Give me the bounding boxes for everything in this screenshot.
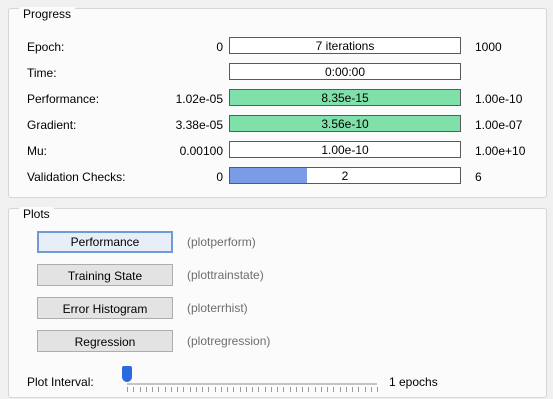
error-histogram-plot-button[interactable]: Error Histogram <box>37 297 173 319</box>
slider-tick <box>196 387 197 392</box>
epoch-progress-bar: 7 iterations <box>229 37 461 54</box>
plot-interval-slider-thumb[interactable] <box>122 366 132 382</box>
gradient-value: 3.56e-10 <box>321 117 369 131</box>
slider-tick <box>202 387 203 392</box>
plot-interval-slider-track[interactable] <box>127 383 377 385</box>
plot-interval-ticks <box>127 387 378 393</box>
slider-tick <box>127 387 128 392</box>
performance-plot-button[interactable]: Performance <box>37 231 173 253</box>
slider-tick <box>171 387 172 392</box>
performance-value: 8.35e-15 <box>321 91 369 105</box>
slider-tick <box>227 387 228 392</box>
plots-panel: Plots Performance (plotperform) Training… <box>8 207 547 398</box>
slider-tick <box>302 387 303 392</box>
validation-checks-initial: 0 <box>216 170 223 184</box>
slider-tick <box>308 387 309 392</box>
plot-interval-label: Plot Interval: <box>27 375 94 389</box>
slider-tick <box>327 387 328 392</box>
slider-tick <box>321 387 322 392</box>
progress-row-time: Time: 0:00:00 <box>9 63 546 83</box>
plot-interval-value: 1 epochs <box>389 375 438 389</box>
progress-panel: Progress Epoch: 0 7 iterations 1000 Time… <box>8 7 547 198</box>
slider-tick <box>296 387 297 392</box>
epoch-initial: 0 <box>216 40 223 54</box>
training-state-plot-button[interactable]: Training State <box>37 264 173 286</box>
slider-tick <box>346 387 347 392</box>
progress-row-epoch: Epoch: 0 7 iterations 1000 <box>9 37 546 57</box>
slider-tick <box>158 387 159 392</box>
slider-tick <box>133 387 134 392</box>
performance-progress-bar: 8.35e-15 <box>229 89 461 106</box>
slider-tick <box>290 387 291 392</box>
time-value: 0:00:00 <box>324 65 366 79</box>
slider-tick <box>240 387 241 392</box>
slider-tick <box>252 387 253 392</box>
validation-checks-label: Validation Checks: <box>27 170 126 184</box>
slider-tick <box>333 387 334 392</box>
slider-tick <box>265 387 266 392</box>
slider-tick <box>146 387 147 392</box>
training-state-plot-function: (plottrainstate) <box>187 268 264 282</box>
progress-row-gradient: Gradient: 3.38e-05 3.56e-10 1.00e-07 <box>9 115 546 135</box>
slider-tick <box>177 387 178 392</box>
regression-plot-button[interactable]: Regression <box>37 330 173 352</box>
time-progress-bar: 0:00:00 <box>229 63 461 80</box>
regression-plot-function: (plotregression) <box>187 334 271 348</box>
error-histogram-plot-function: (ploterrhist) <box>187 301 248 315</box>
gradient-initial: 3.38e-05 <box>175 118 223 132</box>
gradient-label: Gradient: <box>27 118 77 132</box>
slider-tick <box>258 387 259 392</box>
slider-tick <box>352 387 353 392</box>
slider-tick <box>340 387 341 392</box>
gradient-target: 1.00e-07 <box>475 118 523 132</box>
slider-tick <box>208 387 209 392</box>
validation-checks-target: 6 <box>475 170 482 184</box>
gradient-progress-bar: 3.56e-10 <box>229 115 461 132</box>
slider-tick <box>140 387 141 392</box>
slider-tick <box>371 387 372 392</box>
epoch-value: 7 iterations <box>315 39 375 53</box>
slider-tick <box>233 387 234 392</box>
performance-initial: 1.02e-05 <box>175 92 223 106</box>
slider-tick <box>271 387 272 392</box>
epoch-label: Epoch: <box>27 40 65 54</box>
slider-tick <box>283 387 284 392</box>
mu-target: 1.00e+10 <box>475 144 526 158</box>
slider-tick <box>365 387 366 392</box>
slider-tick <box>183 387 184 392</box>
performance-label: Performance: <box>27 92 100 106</box>
plots-panel-title: Plots <box>19 207 54 221</box>
slider-tick <box>190 387 191 392</box>
slider-tick <box>377 387 378 392</box>
slider-tick <box>152 387 153 392</box>
validation-checks-value: 2 <box>341 169 349 183</box>
slider-tick <box>315 387 316 392</box>
progress-row-validation-checks: Validation Checks: 0 2 6 <box>9 167 546 187</box>
time-label: Time: <box>27 66 57 80</box>
progress-panel-title: Progress <box>19 7 76 21</box>
mu-initial: 0.00100 <box>179 144 223 158</box>
progress-row-performance: Performance: 1.02e-05 8.35e-15 1.00e-10 <box>9 89 546 109</box>
slider-tick <box>358 387 359 392</box>
mu-label: Mu: <box>27 144 48 158</box>
performance-plot-function: (plotperform) <box>187 235 256 249</box>
slider-tick <box>165 387 166 392</box>
slider-tick <box>215 387 216 392</box>
slider-tick <box>221 387 222 392</box>
mu-value: 1.00e-10 <box>321 143 369 157</box>
slider-tick <box>277 387 278 392</box>
mu-progress-bar: 1.00e-10 <box>229 141 461 158</box>
epoch-target: 1000 <box>475 40 502 54</box>
validation-checks-progress-bar: 2 <box>229 167 461 184</box>
performance-target: 1.00e-10 <box>475 92 523 106</box>
progress-row-mu: Mu: 0.00100 1.00e-10 1.00e+10 <box>9 141 546 161</box>
slider-tick <box>246 387 247 392</box>
